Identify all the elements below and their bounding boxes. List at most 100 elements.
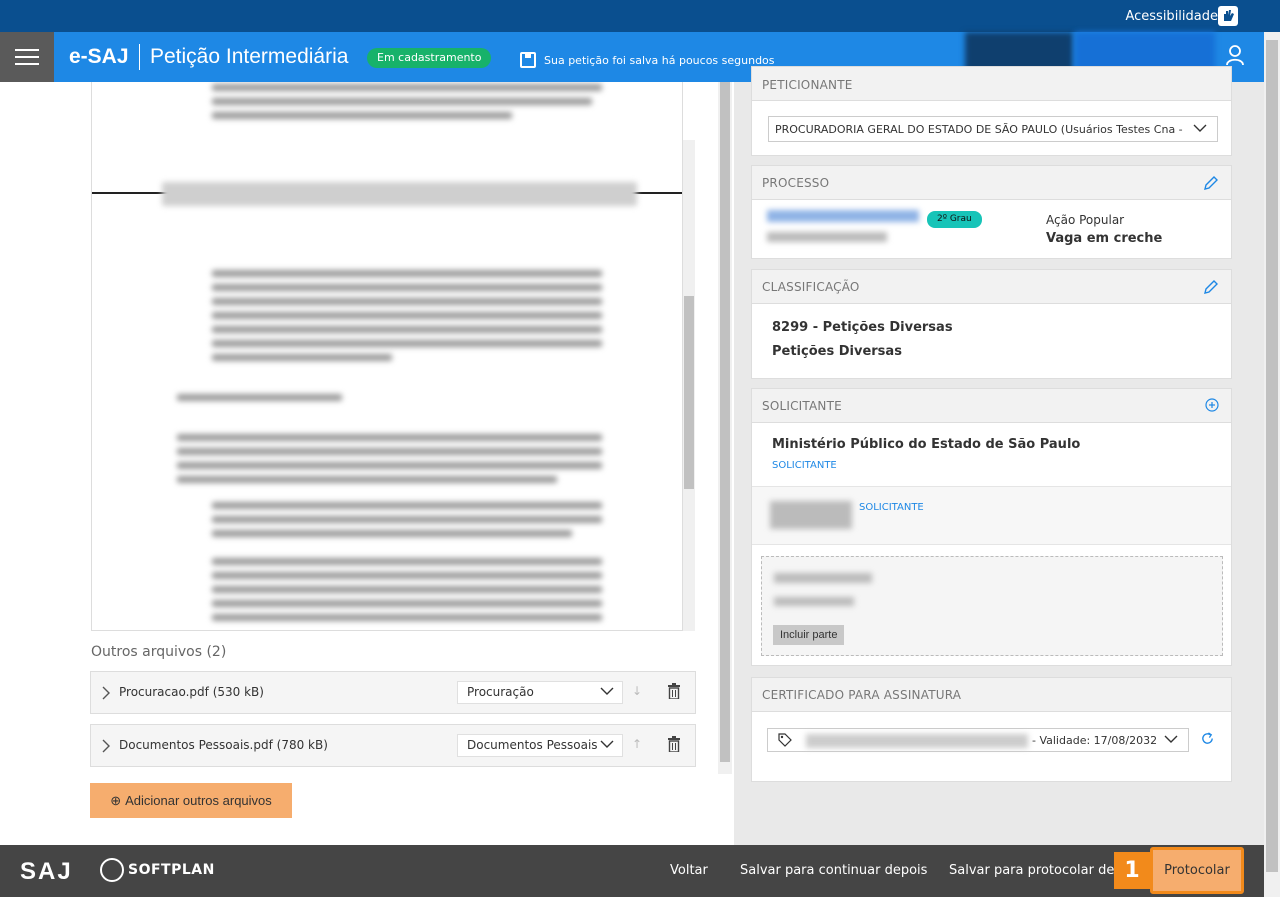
footer-bar: SAJ SOFTPLAN Voltar Salvar para continua…	[0, 845, 1264, 897]
preview-scrollbar-thumb[interactable]	[684, 296, 694, 489]
file-type-select[interactable]: Documentos Pessoais	[457, 734, 623, 757]
blurred-text	[212, 586, 602, 593]
blurred-text	[212, 298, 602, 305]
left-pane-scrollbar-thumb[interactable]	[720, 82, 730, 762]
save-continue-later-button[interactable]: Salvar para continuar depois	[740, 863, 927, 878]
page-scrollbar-thumb[interactable]	[1266, 40, 1278, 872]
blurred-process-detail	[767, 232, 887, 242]
floppy-disk-icon	[520, 52, 536, 68]
status-badge: Em cadastramento	[367, 48, 492, 68]
blurred-text	[212, 98, 592, 105]
accessibility-hand-icon[interactable]	[1218, 6, 1238, 26]
document-preview	[91, 82, 683, 631]
processo-assunto: Vaga em creche	[1046, 231, 1163, 246]
solicitante-panel: SOLICITANTE Ministério Público do Estado…	[751, 388, 1232, 666]
blurred-text	[212, 572, 602, 579]
chevron-down-icon	[1164, 732, 1178, 750]
solicitante-tipo-link[interactable]: SOLICITANTE	[859, 502, 924, 513]
other-files-title: Outros arquivos (2)	[91, 644, 227, 660]
processo-header: PROCESSO	[752, 166, 1231, 200]
hamburger-menu-button[interactable]	[0, 32, 54, 82]
blurred-text	[212, 558, 602, 565]
blurred-text	[177, 476, 557, 483]
peticionante-select[interactable]: PROCURADORIA GERAL DO ESTADO DE SÃO PAUL…	[768, 116, 1218, 142]
processo-panel: PROCESSO 2º Grau Ação Popular Vaga em cr…	[751, 165, 1232, 259]
voltar-button[interactable]: Voltar	[670, 863, 708, 878]
add-other-files-label: Adicionar outros arquivos	[125, 792, 272, 808]
solicitante-row-2: SOLICITANTE	[752, 486, 1231, 545]
blurred-text	[177, 462, 602, 469]
softplan-logo: SOFTPLAN	[128, 862, 215, 878]
trash-icon[interactable]	[668, 683, 680, 700]
grau-badge: 2º Grau	[927, 211, 982, 228]
blurred-process-number[interactable]	[767, 210, 919, 222]
solicitante-header: SOLICITANTE	[752, 389, 1231, 423]
peticionante-value: PROCURADORIA GERAL DO ESTADO DE SÃO PAUL…	[775, 123, 1187, 136]
processo-title: PROCESSO	[762, 176, 830, 190]
blurred-text	[212, 530, 572, 537]
accessibility-bar: Acessibilidade	[0, 0, 1280, 32]
file-type-select[interactable]: Procuração	[457, 681, 623, 704]
app-name: e-SAJ	[69, 45, 129, 68]
certificado-title: CERTIFICADO PARA ASSINATURA	[762, 688, 962, 702]
blurred-text	[212, 284, 602, 291]
incluir-parte-button[interactable]: Incluir parte	[773, 625, 845, 645]
blurred-text	[177, 434, 602, 441]
blurred-text	[177, 448, 602, 455]
certificado-validade: - Validade: 17/08/2032	[1032, 734, 1158, 747]
chevron-down-icon	[600, 737, 614, 749]
softplan-logo-icon	[100, 858, 124, 882]
step-number-badge: 1	[1114, 852, 1150, 889]
blurred-heading	[162, 182, 637, 206]
accessibility-link[interactable]: Acessibilidade	[1125, 9, 1218, 24]
blurred-text	[212, 112, 512, 119]
peticionante-panel: PETICIONANTE PROCURADORIA GERAL DO ESTAD…	[751, 66, 1232, 156]
certificado-select[interactable]: - Validade: 17/08/2032	[767, 728, 1189, 752]
protocolar-label: Protocolar	[1164, 863, 1230, 878]
pencil-edit-icon[interactable]	[1203, 279, 1219, 299]
add-other-files-button[interactable]: ⊕ Adicionar outros arquivos	[90, 783, 292, 818]
blurred-text	[212, 516, 602, 523]
chevron-right-icon[interactable]	[101, 686, 111, 700]
save-protocol-later-button[interactable]: Salvar para protocolar dep	[949, 863, 1123, 878]
classificacao-codigo: 8299 - Petições Diversas	[772, 320, 953, 335]
arrow-down-icon[interactable]: ↓	[632, 684, 642, 698]
saj-logo: SAJ	[20, 858, 73, 885]
classificacao-nome: Petições Diversas	[772, 344, 902, 359]
file-name: Procuracao.pdf (530 kB)	[119, 685, 264, 699]
pencil-edit-icon[interactable]	[1203, 175, 1219, 195]
blurred-text	[212, 600, 602, 607]
classificacao-panel: CLASSIFICAÇÃO 8299 - Petições Diversas P…	[751, 269, 1232, 379]
file-name: Documentos Pessoais.pdf (780 kB)	[119, 738, 328, 752]
trash-icon[interactable]	[668, 736, 680, 753]
chevron-right-icon[interactable]	[101, 739, 111, 753]
refresh-icon[interactable]	[1200, 731, 1215, 750]
tag-icon	[778, 733, 792, 750]
save-status-text: Sua petição foi salva há poucos segundos	[544, 54, 775, 67]
plus-circle-icon[interactable]	[1205, 398, 1219, 416]
certificado-panel: CERTIFICADO PARA ASSINATURA - Validade: …	[751, 677, 1232, 782]
file-row-documentos-pessoais[interactable]: Documentos Pessoais.pdf (780 kB) Documen…	[90, 724, 696, 767]
solicitante-title: SOLICITANTE	[762, 399, 842, 413]
include-party-box: Incluir parte	[761, 556, 1223, 656]
header-separator	[139, 44, 140, 70]
blurred-text	[212, 326, 602, 333]
peticionante-title: PETICIONANTE	[762, 78, 853, 92]
certificado-header: CERTIFICADO PARA ASSINATURA	[752, 678, 1231, 712]
protocolar-button[interactable]: Protocolar	[1150, 847, 1244, 894]
user-icon[interactable]	[1225, 44, 1245, 66]
solicitante-nome: Ministério Público do Estado de São Paul…	[772, 437, 1081, 452]
blurred-party-name	[770, 501, 852, 529]
blurred-text	[212, 340, 602, 347]
blurred-party-field	[774, 573, 872, 583]
arrow-up-icon[interactable]: ↑	[632, 737, 642, 751]
menu-line	[15, 56, 39, 58]
blurred-certificate-name	[806, 734, 1028, 748]
file-type-value: Documentos Pessoais	[467, 738, 598, 752]
classificacao-title: CLASSIFICAÇÃO	[762, 280, 860, 294]
plus-circle-icon: ⊕	[110, 792, 122, 808]
solicitante-tipo-link[interactable]: SOLICITANTE	[772, 460, 837, 471]
file-row-procuracao[interactable]: Procuracao.pdf (530 kB) Procuração ↓	[90, 671, 696, 714]
processo-classe: Ação Popular	[1046, 213, 1125, 227]
blurred-text	[212, 84, 602, 91]
